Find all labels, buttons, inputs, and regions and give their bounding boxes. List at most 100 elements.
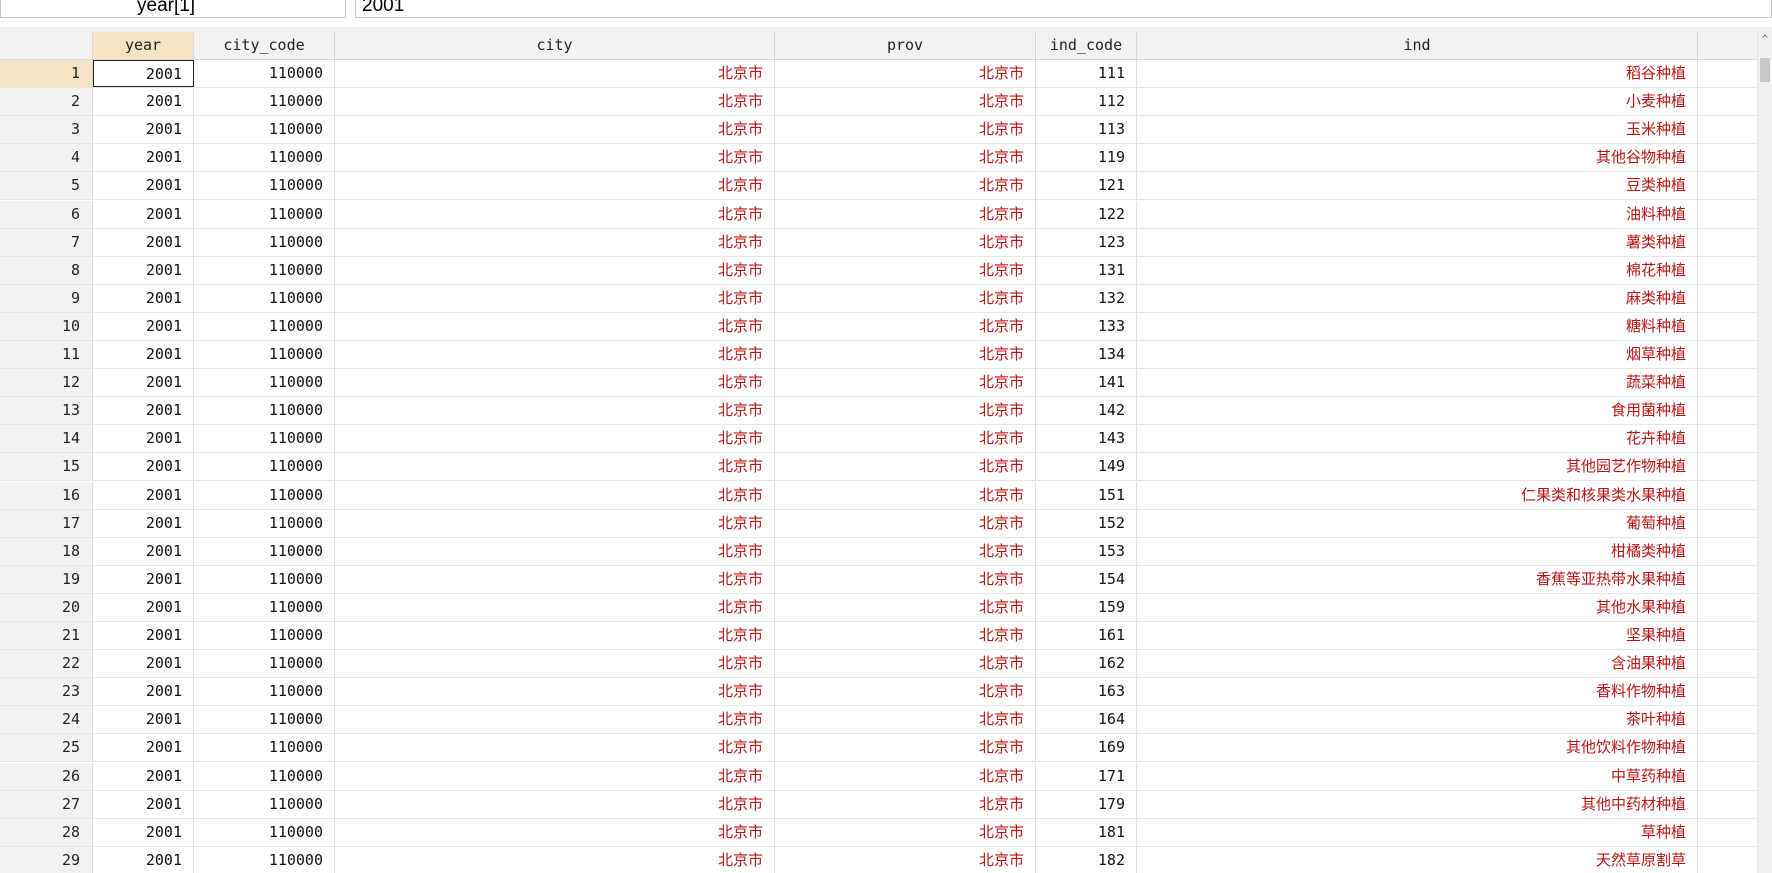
cell-ind-code[interactable]: 163 bbox=[1036, 678, 1137, 705]
cell-ind-code[interactable]: 131 bbox=[1036, 257, 1137, 284]
row-number[interactable]: 8 bbox=[0, 257, 93, 284]
row-number[interactable]: 22 bbox=[0, 650, 93, 677]
cell-ind-code[interactable]: 151 bbox=[1036, 482, 1137, 509]
cell-year[interactable]: 2001 bbox=[93, 819, 194, 846]
row-number[interactable]: 28 bbox=[0, 819, 93, 846]
cell-city[interactable]: 北京市 bbox=[335, 538, 775, 565]
cell-ind-code[interactable]: 159 bbox=[1036, 594, 1137, 621]
cell-ind-code[interactable]: 132 bbox=[1036, 285, 1137, 312]
cell-ind[interactable]: 豆类种植 bbox=[1137, 172, 1698, 199]
cell-year[interactable]: 2001 bbox=[93, 650, 194, 677]
cell-year[interactable]: 2001 bbox=[93, 453, 194, 480]
cell-city-code[interactable]: 110000 bbox=[194, 706, 335, 733]
cell-city[interactable]: 北京市 bbox=[335, 510, 775, 537]
cell-city[interactable]: 北京市 bbox=[335, 566, 775, 593]
cell-year[interactable]: 2001 bbox=[93, 116, 194, 143]
cell-city[interactable]: 北京市 bbox=[335, 397, 775, 424]
cell-city[interactable]: 北京市 bbox=[335, 201, 775, 228]
row-number[interactable]: 11 bbox=[0, 341, 93, 368]
cell-prov[interactable]: 北京市 bbox=[775, 285, 1036, 312]
cell-ind[interactable]: 小麦种植 bbox=[1137, 88, 1698, 115]
cell-city[interactable]: 北京市 bbox=[335, 60, 775, 87]
cell-ind-code[interactable]: 181 bbox=[1036, 819, 1137, 846]
cell-year[interactable]: 2001 bbox=[93, 172, 194, 199]
cell-ind-code[interactable]: 154 bbox=[1036, 566, 1137, 593]
cell-ind[interactable]: 草种植 bbox=[1137, 819, 1698, 846]
cell-city-code[interactable]: 110000 bbox=[194, 538, 335, 565]
cell-ind-code[interactable]: 182 bbox=[1036, 847, 1137, 873]
cell-ind[interactable]: 其他饮料作物种植 bbox=[1137, 734, 1698, 761]
cell-ind[interactable]: 烟草种植 bbox=[1137, 341, 1698, 368]
cell-prov[interactable]: 北京市 bbox=[775, 678, 1036, 705]
row-number[interactable]: 4 bbox=[0, 144, 93, 171]
cell-year[interactable]: 2001 bbox=[93, 678, 194, 705]
cell-city[interactable]: 北京市 bbox=[335, 734, 775, 761]
cell-prov[interactable]: 北京市 bbox=[775, 229, 1036, 256]
cell-ind-code[interactable]: 152 bbox=[1036, 510, 1137, 537]
cell-ind[interactable]: 含油果种植 bbox=[1137, 650, 1698, 677]
cell-city-code[interactable]: 110000 bbox=[194, 257, 335, 284]
cell-city[interactable]: 北京市 bbox=[335, 257, 775, 284]
cell-ind[interactable]: 蔬菜种植 bbox=[1137, 369, 1698, 396]
cell-city[interactable]: 北京市 bbox=[335, 369, 775, 396]
cell-ind-code[interactable]: 112 bbox=[1036, 88, 1137, 115]
cell-year[interactable]: 2001 bbox=[93, 763, 194, 790]
cell-ind[interactable]: 葡萄种植 bbox=[1137, 510, 1698, 537]
row-number[interactable]: 15 bbox=[0, 453, 93, 480]
column-header-city[interactable]: city bbox=[335, 32, 775, 59]
cell-ind-code[interactable]: 179 bbox=[1036, 791, 1137, 818]
cell-year[interactable]: 2001 bbox=[93, 88, 194, 115]
cell-ind[interactable]: 中草药种植 bbox=[1137, 763, 1698, 790]
row-number[interactable]: 16 bbox=[0, 482, 93, 509]
cell-city[interactable]: 北京市 bbox=[335, 285, 775, 312]
cell-ind[interactable]: 坚果种植 bbox=[1137, 622, 1698, 649]
cell-ind-code[interactable]: 171 bbox=[1036, 763, 1137, 790]
cell-city-code[interactable]: 110000 bbox=[194, 510, 335, 537]
cell-city-code[interactable]: 110000 bbox=[194, 341, 335, 368]
cell-ind[interactable]: 柑橘类种植 bbox=[1137, 538, 1698, 565]
cell-city-code[interactable]: 110000 bbox=[194, 847, 335, 873]
row-number[interactable]: 2 bbox=[0, 88, 93, 115]
cell-prov[interactable]: 北京市 bbox=[775, 425, 1036, 452]
cell-city[interactable]: 北京市 bbox=[335, 650, 775, 677]
cell-city-code[interactable]: 110000 bbox=[194, 819, 335, 846]
row-number[interactable]: 6 bbox=[0, 201, 93, 228]
cell-ind[interactable]: 油料种植 bbox=[1137, 201, 1698, 228]
cell-city-code[interactable]: 110000 bbox=[194, 791, 335, 818]
cell-prov[interactable]: 北京市 bbox=[775, 257, 1036, 284]
cell-ind[interactable]: 其他水果种植 bbox=[1137, 594, 1698, 621]
cell-year[interactable]: 2001 bbox=[93, 847, 194, 873]
cell-prov[interactable]: 北京市 bbox=[775, 397, 1036, 424]
cell-prov[interactable]: 北京市 bbox=[775, 116, 1036, 143]
cell-city-code[interactable]: 110000 bbox=[194, 678, 335, 705]
cell-prov[interactable]: 北京市 bbox=[775, 172, 1036, 199]
row-number[interactable]: 24 bbox=[0, 706, 93, 733]
cell-prov[interactable]: 北京市 bbox=[775, 847, 1036, 873]
cell-prov[interactable]: 北京市 bbox=[775, 763, 1036, 790]
cell-city-code[interactable]: 110000 bbox=[194, 144, 335, 171]
cell-city[interactable]: 北京市 bbox=[335, 678, 775, 705]
cell-prov[interactable]: 北京市 bbox=[775, 791, 1036, 818]
cell-year[interactable]: 2001 bbox=[93, 313, 194, 340]
cell-ind[interactable]: 薯类种植 bbox=[1137, 229, 1698, 256]
cell-ind-code[interactable]: 164 bbox=[1036, 706, 1137, 733]
cell-year[interactable]: 2001 bbox=[93, 425, 194, 452]
cell-city-code[interactable]: 110000 bbox=[194, 566, 335, 593]
column-header-city-code[interactable]: city_code bbox=[194, 32, 335, 59]
cell-ind[interactable]: 天然草原割草 bbox=[1137, 847, 1698, 873]
cell-ind[interactable]: 其他中药材种植 bbox=[1137, 791, 1698, 818]
cell-ind-code[interactable]: 119 bbox=[1036, 144, 1137, 171]
vertical-scrollbar[interactable]: ^ bbox=[1757, 32, 1772, 873]
row-number[interactable]: 9 bbox=[0, 285, 93, 312]
cell-ind-code[interactable]: 134 bbox=[1036, 341, 1137, 368]
row-number[interactable]: 23 bbox=[0, 678, 93, 705]
cell-prov[interactable]: 北京市 bbox=[775, 734, 1036, 761]
cell-city-code[interactable]: 110000 bbox=[194, 88, 335, 115]
cell-year[interactable]: 2001 bbox=[93, 229, 194, 256]
cell-year[interactable]: 2001 bbox=[93, 510, 194, 537]
cell-ind-code[interactable]: 143 bbox=[1036, 425, 1137, 452]
cell-year[interactable]: 2001 bbox=[93, 369, 194, 396]
cell-city-code[interactable]: 110000 bbox=[194, 622, 335, 649]
cell-prov[interactable]: 北京市 bbox=[775, 369, 1036, 396]
cell-ind-code[interactable]: 113 bbox=[1036, 116, 1137, 143]
